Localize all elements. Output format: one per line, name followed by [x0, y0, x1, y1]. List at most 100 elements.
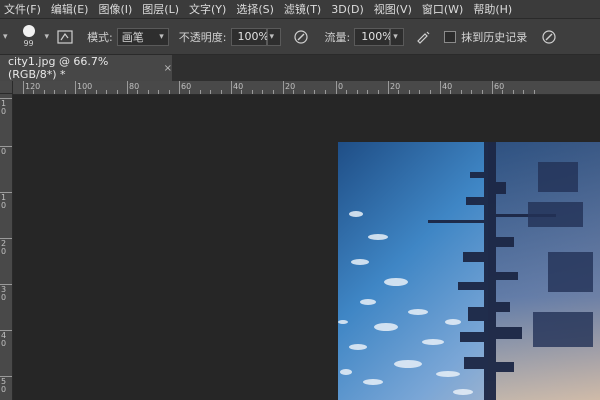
ruler-minor-tick	[314, 90, 316, 94]
ruler-tick-label: 5 0	[1, 377, 7, 394]
ruler-minor-tick	[43, 90, 45, 94]
ruler-minor-tick	[54, 90, 56, 94]
menu-item[interactable]: 文件(F)	[4, 1, 47, 17]
ruler-minor-tick	[377, 90, 379, 94]
ruler-tick	[23, 81, 24, 94]
ruler-minor-tick	[241, 90, 243, 94]
menu-item[interactable]: 文字(Y)	[189, 1, 232, 17]
airbrush-icon[interactable]	[414, 27, 434, 47]
menu-item[interactable]: 窗口(W)	[422, 1, 469, 17]
ruler-minor-tick	[168, 90, 170, 94]
ruler-tick	[231, 81, 232, 94]
menu-item[interactable]: 帮助(H)	[473, 1, 518, 17]
ruler-minor-tick	[324, 90, 326, 94]
menu-bar: 文件(F) 编辑(E) 图像(I) 图层(L) 文字(Y) 选择(S) 滤镜(T) 3D(D)…	[0, 0, 600, 18]
ruler-tick	[75, 81, 76, 94]
flow-dropdown[interactable]: ▾	[390, 27, 405, 46]
ruler-minor-tick	[199, 90, 201, 94]
ruler-minor-tick	[85, 90, 87, 94]
ruler-minor-tick	[33, 90, 35, 94]
brush-chevron-icon[interactable]: ▾	[45, 32, 50, 42]
ruler-minor-tick	[512, 90, 514, 94]
brush-preset-picker[interactable]: 99	[16, 22, 42, 52]
ruler-tick	[388, 81, 389, 94]
ruler-minor-tick	[481, 90, 483, 94]
ruler-tick-label: 3 0	[1, 285, 7, 302]
vertical-ruler[interactable]: 1 0 0 1 0 2 0 3 0 4 0 5 0	[0, 94, 13, 400]
document-tab[interactable]: city1.jpg @ 66.7%(RGB/8*) * ×	[0, 55, 172, 81]
ruler-minor-tick	[419, 90, 421, 94]
close-icon[interactable]: ×	[164, 63, 172, 74]
menu-item[interactable]: 图层(L)	[142, 1, 185, 17]
pressure-opacity-icon[interactable]	[291, 27, 311, 47]
ruler-minor-tick	[137, 90, 139, 94]
mode-label: 模式:	[87, 30, 113, 44]
ruler-tick-label: 4 0	[1, 331, 7, 348]
ruler-minor-tick	[303, 90, 305, 94]
ruler-minor-tick	[429, 90, 431, 94]
brush-size-label: 99	[23, 38, 34, 48]
ruler-minor-tick	[293, 90, 295, 94]
ruler-origin[interactable]	[0, 81, 13, 94]
ruler-tick	[179, 81, 180, 94]
menu-item[interactable]: 滤镜(T)	[284, 1, 327, 17]
ruler-minor-tick	[147, 90, 149, 94]
ruler-tick-label: 1 0	[1, 99, 7, 116]
document-tab-bar: city1.jpg @ 66.7%(RGB/8*) * ×	[0, 55, 600, 81]
horizontal-ruler[interactable]: 120 100 80 60 40 20 0 20 40 60	[13, 81, 600, 95]
ruler-minor-tick	[356, 90, 358, 94]
options-bar: ▾ 99 ▾ 模式: 画笔 ▾ 不透明度: 100% ▾ 流量: 100% ▾	[0, 18, 600, 55]
menu-item[interactable]: 编辑(E)	[51, 1, 95, 17]
ruler-tick	[492, 81, 493, 94]
tool-preset-chevron-icon[interactable]: ▾	[3, 32, 8, 42]
mode-dropdown[interactable]: 画笔 ▾	[116, 27, 169, 46]
ruler-minor-tick	[450, 90, 452, 94]
pressure-size-icon[interactable]	[539, 27, 559, 47]
brush-settings-panel-icon[interactable]	[55, 27, 75, 47]
ruler-minor-tick	[408, 90, 410, 94]
ruler-minor-tick	[95, 90, 97, 94]
ruler-tick-label: 0	[1, 147, 7, 156]
ruler-minor-tick	[272, 90, 274, 94]
ruler-minor-tick	[262, 90, 264, 94]
ruler-tick	[440, 81, 441, 94]
chevron-down-icon: ▾	[269, 31, 275, 42]
ruler-minor-tick	[220, 90, 222, 94]
ruler-minor-tick	[533, 90, 535, 94]
chevron-down-icon: ▾	[393, 31, 398, 42]
ruler-tick	[336, 81, 337, 94]
ruler-minor-tick	[251, 90, 253, 94]
ruler-tick	[127, 81, 128, 94]
erase-to-history-option[interactable]: 抹到历史记录	[444, 29, 527, 45]
ruler-tick	[283, 81, 284, 94]
opacity-label: 不透明度:	[178, 30, 227, 44]
ruler-minor-tick	[158, 90, 160, 94]
opacity-field[interactable]: 100%	[230, 27, 269, 46]
document-image[interactable]	[338, 142, 600, 400]
menu-item[interactable]: 选择(S)	[236, 1, 280, 17]
ruler-minor-tick	[210, 90, 212, 94]
erase-to-history-checkbox[interactable]	[444, 30, 457, 43]
opacity-dropdown[interactable]: ▾	[266, 27, 281, 46]
menu-item[interactable]: 视图(V)	[374, 1, 418, 17]
ruler-minor-tick	[189, 90, 191, 94]
ruler-minor-tick	[106, 90, 108, 94]
menu-item[interactable]: 3D(D)	[331, 3, 370, 16]
ruler-tick-label: 2 0	[1, 239, 7, 256]
flow-field[interactable]: 100%	[354, 27, 393, 46]
erase-to-history-label: 抹到历史记录	[461, 30, 528, 44]
mode-value: 画笔	[121, 30, 144, 44]
menu-item[interactable]: 图像(I)	[98, 1, 138, 17]
chevron-down-icon: ▾	[159, 31, 164, 42]
ruler-minor-tick	[116, 90, 118, 94]
ruler-tick-label: 1 0	[1, 193, 7, 210]
brush-tip-icon	[22, 24, 35, 37]
ruler-minor-tick	[471, 90, 473, 94]
flow-label: 流量:	[324, 30, 351, 44]
ruler-minor-tick	[346, 90, 348, 94]
ruler-tick-label: 0	[338, 82, 344, 91]
ruler-minor-tick	[367, 90, 369, 94]
ruler-minor-tick	[502, 90, 504, 94]
ruler-minor-tick	[460, 90, 462, 94]
ruler-minor-tick	[64, 90, 66, 94]
